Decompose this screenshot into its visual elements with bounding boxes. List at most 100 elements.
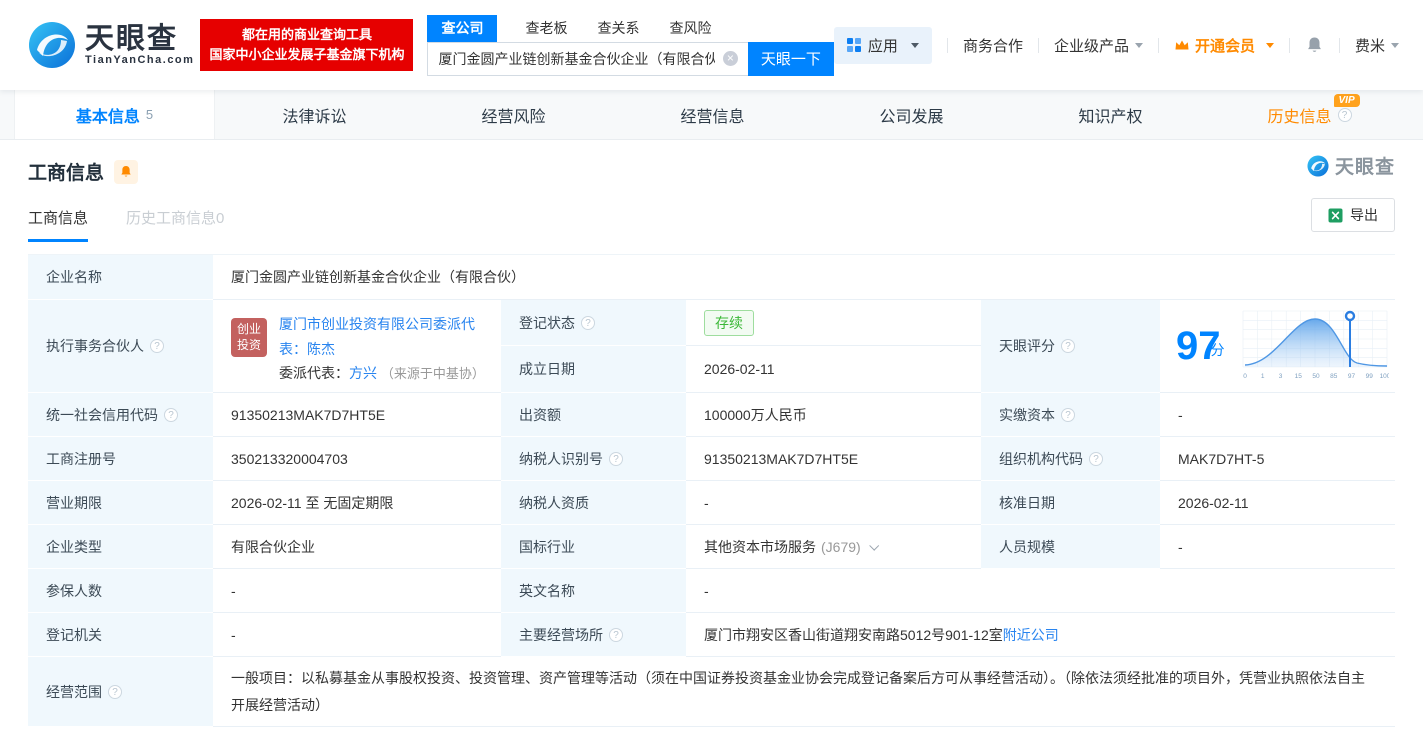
score-marker-pin — [1344, 310, 1355, 322]
tab-company-development[interactable]: 公司发展 — [812, 90, 1011, 139]
partner-company-link[interactable]: 厦门市创业投资有限公司委派代表：陈杰 — [279, 316, 475, 357]
search-tab-company[interactable]: 查公司 — [427, 14, 498, 42]
brand-domain: TianYanCha.com — [85, 54, 195, 67]
field-label-taxpayer-qualification: 纳税人资质 — [501, 481, 686, 525]
search-tab-risk[interactable]: 查风险 — [667, 15, 713, 42]
help-icon[interactable] — [164, 407, 178, 422]
field-value-paid-capital: - — [1160, 393, 1395, 437]
nearby-companies-link[interactable]: 附近公司 — [1003, 625, 1059, 645]
svg-text:15: 15 — [1294, 373, 1302, 380]
field-label-company-type: 企业类型 — [28, 525, 213, 569]
field-label-capital: 出资额 — [501, 393, 686, 437]
search-input[interactable] — [428, 50, 723, 67]
help-icon[interactable] — [1061, 407, 1075, 422]
help-icon[interactable] — [150, 339, 164, 353]
svg-text:99: 99 — [1365, 373, 1373, 380]
field-value-english-name: - — [686, 569, 1395, 613]
svg-text:97: 97 — [1347, 373, 1355, 380]
delegate-name-link[interactable]: 方兴 — [349, 365, 377, 381]
field-label-org-code: 组织机构代码 — [981, 437, 1160, 481]
help-icon[interactable] — [581, 315, 595, 330]
field-value-registration-number: 350213320004703 — [213, 437, 501, 481]
subtab-history-business-info[interactable]: 历史工商信息0 — [126, 207, 224, 242]
nav-cooperation[interactable]: 商务合作 — [963, 35, 1023, 56]
delegate-source: （来源于中基协） — [380, 366, 485, 381]
tab-legal-proceedings[interactable]: 法律诉讼 — [215, 90, 414, 139]
field-value-taxpayer-qualification: - — [686, 481, 981, 525]
promo-banner: 都在用的商业查询工具 国家中小企业发展子基金旗下机构 — [200, 18, 414, 72]
field-value-capital: 100000万人民币 — [686, 393, 981, 437]
divider — [1157, 37, 1159, 53]
help-icon[interactable] — [1061, 339, 1075, 353]
basic-info-count: 5 — [145, 107, 154, 122]
field-value-staff-size: - — [1160, 525, 1395, 569]
monitor-bell-icon[interactable] — [114, 159, 139, 184]
field-value-main-premises: 厦门市翔安区香山街道翔安南路5012号901-12室 附近公司 — [686, 613, 1395, 657]
crown-icon — [1175, 40, 1189, 50]
field-value-company-name: 厦门金圆产业链创新基金合伙企业（有限合伙） — [213, 255, 1395, 300]
watermark-brand: 天眼查 — [1334, 157, 1395, 178]
tab-history-info[interactable]: 历史信息 VIP — [1210, 90, 1409, 139]
vc-tag: 创业 投资 — [231, 318, 267, 358]
apps-menu[interactable]: 应用 — [833, 26, 932, 64]
search-input-wrap — [427, 41, 748, 76]
field-label-insured-count: 参保人数 — [28, 569, 213, 613]
score-distribution-chart: 0 1 3 15 50 85 97 99 100 — [1242, 310, 1389, 380]
caret-down-icon — [910, 42, 919, 48]
field-label-industry: 国标行业 — [501, 525, 686, 569]
clear-search-icon[interactable] — [722, 51, 738, 66]
field-value-business-term: 2026-02-11 至 无固定期限 — [213, 481, 501, 525]
top-nav: 应用 商务合作 企业级产品 开通会员 费米 — [833, 26, 1399, 64]
field-label-paid-capital: 实缴资本 — [981, 393, 1160, 437]
field-value-org-code: MAK7D7HT-5 — [1160, 437, 1395, 481]
nav-enterprise-products[interactable]: 企业级产品 — [1054, 35, 1143, 56]
tianyancha-swirl-icon — [1307, 154, 1329, 177]
export-label: 导出 — [1350, 207, 1378, 223]
apps-label: 应用 — [867, 37, 898, 55]
caret-down-icon — [1265, 42, 1274, 48]
field-label-uscc: 统一社会信用代码 — [28, 393, 213, 437]
tianyancha-logo[interactable]: 天眼查 TianYanCha.com — [28, 21, 194, 69]
field-label-taxpayer-id: 纳税人识别号 — [501, 437, 686, 481]
field-label-english-name: 英文名称 — [501, 569, 686, 613]
promo-line1: 都在用的商业查询工具 — [241, 26, 372, 42]
search-tab-boss[interactable]: 查老板 — [523, 15, 569, 42]
status-badge: 存续 — [704, 309, 754, 336]
username: 费米 — [1354, 37, 1385, 55]
company-tabbar: 基本信息 5 法律诉讼 经营风险 经营信息 公司发展 知识产权 历史信息 VIP — [0, 90, 1423, 140]
field-value-taxpayer-id: 91350213MAK7D7HT5E — [686, 437, 981, 481]
help-icon[interactable] — [1337, 107, 1352, 122]
help-icon[interactable] — [108, 684, 122, 699]
svg-text:1: 1 — [1260, 373, 1264, 380]
enterprise-products-label: 企业级产品 — [1053, 37, 1129, 55]
field-label-tianyan-score: 天眼评分 — [981, 300, 1160, 393]
field-value-industry: 其他资本市场服务 (J679) — [686, 525, 981, 569]
tab-operation-risk[interactable]: 经营风险 — [414, 90, 613, 139]
help-icon[interactable] — [1089, 451, 1103, 466]
export-button[interactable]: 导出 — [1311, 198, 1395, 232]
search-button[interactable]: 天眼一下 — [747, 41, 834, 76]
help-icon[interactable] — [609, 627, 623, 642]
svg-text:85: 85 — [1330, 373, 1338, 380]
subtabs: 工商信息 历史工商信息0 — [28, 207, 1395, 242]
field-label-registration-number: 工商注册号 — [28, 437, 213, 481]
chevron-down-icon[interactable] — [868, 540, 879, 551]
user-menu[interactable]: 费米 — [1355, 35, 1399, 56]
field-value-company-type: 有限合伙企业 — [213, 525, 501, 569]
field-value-tianyan-score: 97 分 0 1 3 15 50 85 97 99 100 — [1160, 300, 1395, 393]
field-value-uscc: 91350213MAK7D7HT5E — [213, 393, 501, 437]
delegate-label: 委派代表： — [279, 365, 349, 381]
open-vip-label: 开通会员 — [1194, 37, 1255, 55]
vip-badge: VIP — [1333, 94, 1360, 107]
tab-basic-info[interactable]: 基本信息 5 — [14, 90, 215, 139]
notifications-bell-icon[interactable] — [1305, 36, 1324, 54]
field-label-registration-authority: 登记机关 — [28, 613, 213, 657]
open-vip-button[interactable]: 开通会员 — [1174, 35, 1274, 56]
search-tab-relation[interactable]: 查关系 — [595, 15, 641, 42]
help-icon[interactable] — [609, 451, 623, 466]
tab-operation-info[interactable]: 经营信息 — [613, 90, 812, 139]
subtab-business-info[interactable]: 工商信息 — [28, 207, 89, 242]
tab-intellectual-property[interactable]: 知识产权 — [1011, 90, 1210, 139]
field-label-registration-status: 登记状态 — [501, 300, 686, 346]
field-value-approval-date: 2026-02-11 — [1160, 481, 1395, 525]
